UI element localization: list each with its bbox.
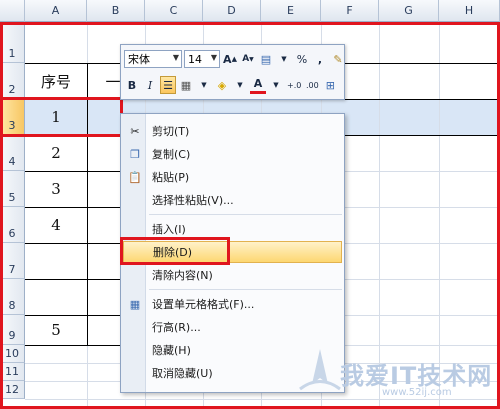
font-color-button[interactable]: A — [250, 76, 266, 94]
percent-button[interactable]: % — [294, 50, 310, 68]
shrink-font-button[interactable]: A ▼ — [240, 50, 256, 68]
center-align-button[interactable]: ☰ — [160, 76, 176, 94]
font-name-box[interactable]: 宋体 ▼ — [124, 50, 182, 68]
decrease-decimal-button[interactable]: .00 — [304, 76, 320, 94]
column-header-a[interactable]: A — [25, 0, 87, 22]
paste-icon: 📋 — [128, 170, 142, 184]
borders-icon[interactable]: ▦ — [178, 76, 194, 94]
menu-item-clear-contents[interactable]: 清除内容(N) — [123, 264, 342, 286]
select-all-corner[interactable] — [0, 0, 25, 22]
column-header-e[interactable]: E — [261, 0, 321, 22]
chevron-down-icon: ▼ — [172, 53, 179, 62]
menu-item-paste-special[interactable]: 选择性粘贴(V)... — [123, 189, 342, 211]
chevron-down-icon[interactable]: ▼ — [268, 76, 284, 94]
watermark-url: www.52ij.com — [382, 387, 452, 398]
watermark: 我爱IT技术网 www.52ij.com — [299, 340, 500, 409]
delete-red-box — [120, 237, 230, 265]
format-cells-icon: ▦ — [129, 297, 141, 311]
fill-color-icon[interactable]: ◈ — [214, 76, 230, 94]
column-header-c[interactable]: C — [145, 0, 203, 22]
column-header-d[interactable]: D — [203, 0, 261, 22]
row-header-red-box — [0, 97, 123, 137]
menu-item-cut[interactable]: ✂ 剪切(T) — [123, 120, 342, 142]
italic-button[interactable]: I — [142, 76, 158, 94]
comma-button[interactable]: , — [312, 50, 328, 68]
menu-item-copy[interactable]: ❐ 复制(C) — [123, 143, 342, 165]
increase-decimal-button[interactable]: +.0 — [286, 76, 302, 94]
menu-item-row-height[interactable]: 行高(R)... — [123, 316, 342, 338]
chevron-down-icon[interactable]: ▼ — [232, 76, 248, 94]
font-name-value: 宋体 — [128, 53, 150, 66]
chevron-down-icon[interactable]: ▼ — [196, 76, 212, 94]
mini-toolbar: 宋体 ▼ 14 ▼ A ▲ A ▼ ▤ ▼ % , ✎ B I ☰ ▦ ▼ ◈ ▼ … — [120, 44, 345, 100]
scissors-icon: ✂ — [130, 124, 140, 138]
column-header-f[interactable]: F — [321, 0, 379, 22]
font-size-value: 14 — [188, 52, 202, 66]
font-size-box[interactable]: 14 ▼ — [184, 50, 220, 68]
grow-font-button[interactable]: A ▲ — [222, 50, 238, 68]
copy-icon: ❐ — [130, 147, 140, 161]
merge-cells-icon[interactable]: ⊞ — [322, 76, 338, 94]
menu-item-paste[interactable]: 📋 粘贴(P) — [123, 166, 342, 188]
chevron-down-icon: ▼ — [210, 53, 217, 62]
column-header-g[interactable]: G — [379, 0, 439, 22]
format-painter-icon[interactable]: ✎ — [330, 50, 346, 68]
menu-item-format-cells[interactable]: ▦ 设置单元格格式(F)... — [123, 293, 342, 315]
chevron-down-icon[interactable]: ▼ — [276, 50, 292, 68]
bold-button[interactable]: B — [124, 76, 140, 94]
column-header-h[interactable]: H — [439, 0, 500, 22]
accounting-format-icon[interactable]: ▤ — [258, 50, 274, 68]
column-header-b[interactable]: B — [87, 0, 145, 22]
watermark-brand: 我爱IT技术网 — [340, 362, 493, 390]
